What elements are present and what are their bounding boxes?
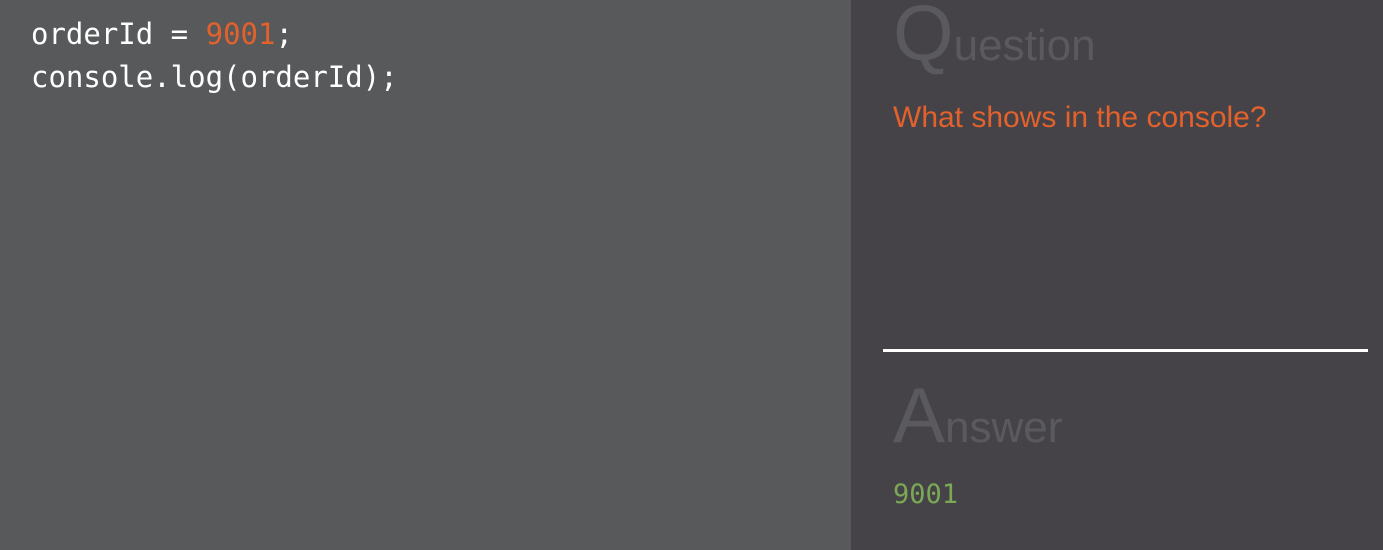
answer-heading-rest: nswer bbox=[945, 403, 1063, 452]
answer-heading-initial: A bbox=[893, 371, 946, 459]
code-pane: orderId = 9001; console.log(orderId); bbox=[0, 0, 851, 550]
question-heading-rest: uestion bbox=[953, 21, 1096, 70]
code-text: ; bbox=[275, 17, 293, 51]
answer-text: 9001 bbox=[893, 479, 959, 510]
code-text: orderId = bbox=[31, 17, 206, 51]
quiz-slide: orderId = 9001; console.log(orderId); Qu… bbox=[0, 0, 1383, 550]
question-heading: Question bbox=[893, 0, 1096, 72]
divider bbox=[883, 349, 1368, 352]
question-answer-pane: Question What shows in the console? Answ… bbox=[851, 0, 1383, 550]
code-line-2: console.log(orderId); bbox=[31, 60, 398, 94]
question-text: What shows in the console? bbox=[893, 101, 1267, 134]
question-heading-initial: Q bbox=[893, 0, 954, 77]
code-number-literal: 9001 bbox=[205, 17, 276, 51]
answer-heading: Answer bbox=[893, 376, 1062, 454]
code-line-1: orderId = 9001; bbox=[31, 17, 293, 51]
